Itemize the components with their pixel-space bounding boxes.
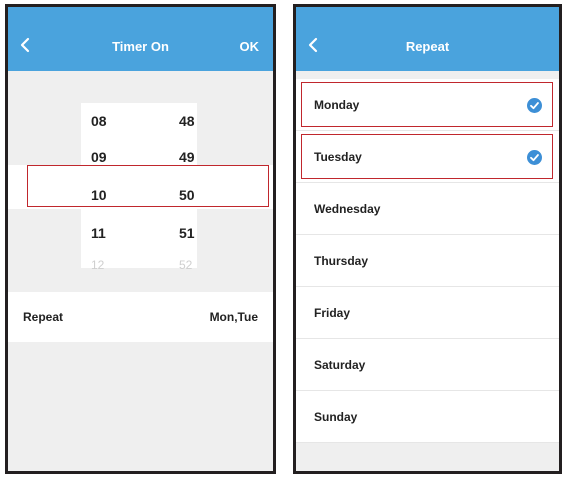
day-item-wednesday[interactable]: Wednesday xyxy=(296,183,559,235)
day-label: Friday xyxy=(314,306,351,320)
page-title: Timer On xyxy=(112,39,169,54)
repeat-row[interactable]: Repeat Mon,Tue xyxy=(8,292,273,342)
repeat-label: Repeat xyxy=(23,310,64,324)
picker-row[interactable]: 08 48 xyxy=(81,103,197,139)
timer-header: Timer On OK xyxy=(8,7,273,71)
checkmark-circle-icon xyxy=(527,150,542,165)
minute-value: 51 xyxy=(179,225,195,241)
ok-button[interactable]: OK xyxy=(240,39,260,54)
hour-value: 12 xyxy=(91,258,105,272)
page-title: Repeat xyxy=(405,39,450,54)
minute-value: 49 xyxy=(179,149,195,165)
checkmark-circle-icon xyxy=(527,98,542,113)
day-item-tuesday[interactable]: Tuesday xyxy=(296,131,559,183)
day-label: Monday xyxy=(314,98,360,112)
day-label: Sunday xyxy=(314,410,358,424)
day-item-friday[interactable]: Friday xyxy=(296,287,559,339)
minute-value: 48 xyxy=(179,113,195,129)
repeat-screen: Repeat Monday Tuesday Wednesday Thursday… xyxy=(293,4,562,474)
picker-row[interactable]: 11 51 xyxy=(81,215,197,251)
picker-row[interactable]: 12 52 xyxy=(81,248,197,284)
timer-on-screen: Timer On OK 08 48 09 49 10 50 11 51 12 5… xyxy=(5,4,276,474)
repeat-header: Repeat xyxy=(296,7,559,71)
day-label: Wednesday xyxy=(314,202,381,216)
day-item-sunday[interactable]: Sunday xyxy=(296,391,559,443)
day-label: Saturday xyxy=(314,358,366,372)
minute-value: 52 xyxy=(179,258,193,272)
day-item-monday[interactable]: Monday xyxy=(296,79,559,131)
hour-value: 08 xyxy=(91,113,107,129)
day-label: Tuesday xyxy=(314,150,362,164)
day-list: Monday Tuesday Wednesday Thursday Friday… xyxy=(296,79,559,443)
picker-selection-frame xyxy=(27,165,269,207)
day-item-saturday[interactable]: Saturday xyxy=(296,339,559,391)
day-item-thursday[interactable]: Thursday xyxy=(296,235,559,287)
day-label: Thursday xyxy=(314,254,369,268)
hour-value: 09 xyxy=(91,149,107,165)
repeat-value: Mon,Tue xyxy=(209,310,258,324)
hour-value: 11 xyxy=(91,225,106,241)
